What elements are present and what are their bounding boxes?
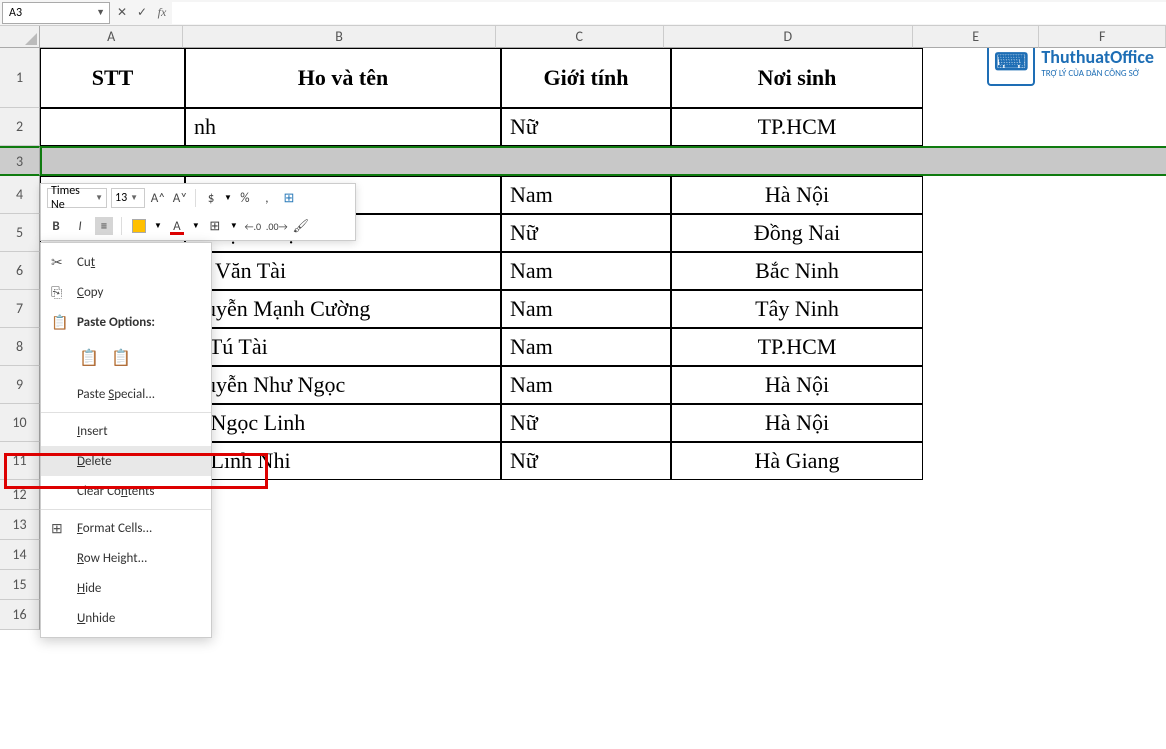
menu-clear-contents[interactable]: Clear Contents xyxy=(41,476,211,506)
align-icon[interactable]: ≡ xyxy=(95,217,113,235)
row-header-4[interactable]: 4 xyxy=(0,176,40,214)
cell-C2[interactable]: Nữ xyxy=(501,108,671,146)
increase-font-icon[interactable]: A˄ xyxy=(149,189,167,207)
cell-B8[interactable]: ê Tú Tài xyxy=(185,328,501,366)
fx-icon[interactable]: fx xyxy=(152,5,172,20)
cell-B1[interactable]: Ho và tên xyxy=(185,48,501,108)
cell-B11[interactable]: ũ Linh Nhi xyxy=(185,442,501,480)
row-header-8[interactable]: 8 xyxy=(0,328,40,366)
cell-reference: A3 xyxy=(9,6,22,20)
col-header-E[interactable]: E xyxy=(913,26,1040,48)
percent-icon[interactable]: % xyxy=(236,189,254,207)
cell-B7[interactable]: guyễn Mạnh Cường xyxy=(185,290,501,328)
cell-C8[interactable]: Nam xyxy=(501,328,671,366)
col-header-C[interactable]: C xyxy=(496,26,664,48)
col-header-B[interactable]: B xyxy=(183,26,495,48)
font-color-icon[interactable]: A xyxy=(168,217,186,235)
decrease-font-icon[interactable]: A˅ xyxy=(171,189,189,207)
menu-hide[interactable]: Hide xyxy=(41,573,211,603)
paste-values-icon[interactable]: 📋 xyxy=(109,346,133,370)
cancel-btn[interactable]: ✕ xyxy=(112,5,132,20)
row-header-3[interactable]: 3 xyxy=(0,146,40,176)
cell-D8[interactable]: TP.HCM xyxy=(671,328,923,366)
cell-C4[interactable]: Nam xyxy=(501,176,671,214)
clipboard-icon: 📋 xyxy=(51,314,68,331)
row-header-15[interactable]: 15 xyxy=(0,570,40,600)
row-header-13[interactable]: 13 xyxy=(0,510,40,540)
selected-row-highlight xyxy=(40,146,1166,176)
col-header-F[interactable]: F xyxy=(1039,26,1166,48)
cell-C5[interactable]: Nữ xyxy=(501,214,671,252)
border-icon[interactable]: ⊞ xyxy=(206,217,224,235)
format-painter-icon[interactable]: ⊞ xyxy=(280,189,298,207)
cell-D1[interactable]: Nơi sinh xyxy=(671,48,923,108)
cell-D7[interactable]: Tây Ninh xyxy=(671,290,923,328)
cell-D9[interactable]: Hà Nội xyxy=(671,366,923,404)
col-header-A[interactable]: A xyxy=(40,26,183,48)
row-header-2[interactable]: 2 xyxy=(0,108,40,146)
mini-toolbar: Times Ne▼ 13▼ A˄ A˅ $▼ % , ⊞ B I ≡ ▼ A▼ … xyxy=(40,183,356,241)
cell-A1[interactable]: STT xyxy=(40,48,185,108)
name-box[interactable]: A3 ▼ xyxy=(2,2,110,24)
menu-format-cells[interactable]: ⊞Format Cells... xyxy=(41,513,211,543)
increase-decimal-icon[interactable]: .00→ xyxy=(268,217,286,235)
menu-delete[interactable]: Delete xyxy=(41,446,211,476)
cell-D6[interactable]: Bắc Ninh xyxy=(671,252,923,290)
cell-D5[interactable]: Đồng Nai xyxy=(671,214,923,252)
row-header-11[interactable]: 11 xyxy=(0,442,40,480)
format-icon[interactable]: 🖌 xyxy=(292,217,310,235)
cell-C6[interactable]: Nam xyxy=(501,252,671,290)
menu-cut[interactable]: ✂Cut xyxy=(41,247,211,277)
copy-icon: ⎘ xyxy=(51,284,62,301)
cell-B10[interactable]: ỗ Ngọc Linh xyxy=(185,404,501,442)
row-header-1[interactable]: 1 xyxy=(0,48,40,108)
cell-A2[interactable] xyxy=(40,108,185,146)
menu-insert[interactable]: Insert xyxy=(41,416,211,446)
row-header-16[interactable]: 16 xyxy=(0,600,40,630)
scissors-icon: ✂ xyxy=(51,254,63,271)
italic-icon[interactable]: I xyxy=(71,217,89,235)
cell-C10[interactable]: Nữ xyxy=(501,404,671,442)
dropdown-icon: ▼ xyxy=(96,7,109,18)
cell-C7[interactable]: Nam xyxy=(501,290,671,328)
menu-copy[interactable]: ⎘Copy xyxy=(41,277,211,307)
menu-paste-options: 📋Paste Options: xyxy=(41,307,211,337)
cell-D11[interactable]: Hà Giang xyxy=(671,442,923,480)
accounting-format-icon[interactable]: $ xyxy=(202,189,220,207)
cell-B9[interactable]: guyễn Như Ngọc xyxy=(185,366,501,404)
cell-D4[interactable]: Hà Nội xyxy=(671,176,923,214)
fill-color-icon[interactable] xyxy=(130,217,148,235)
row-header-6[interactable]: 6 xyxy=(0,252,40,290)
cell-D10[interactable]: Hà Nội xyxy=(671,404,923,442)
row-header-7[interactable]: 7 xyxy=(0,290,40,328)
menu-paste-special[interactable]: Paste Special... xyxy=(41,379,211,409)
font-name-input[interactable]: Times Ne▼ xyxy=(47,188,107,208)
cell-B2[interactable]: nh xyxy=(185,108,501,146)
enter-btn[interactable]: ✓ xyxy=(132,5,152,20)
font-size-input[interactable]: 13▼ xyxy=(111,188,145,208)
paste-default-icon[interactable]: 📋 xyxy=(77,346,101,370)
comma-icon[interactable]: , xyxy=(258,189,276,207)
select-all-triangle[interactable] xyxy=(0,26,40,48)
menu-unhide[interactable]: Unhide xyxy=(41,603,211,633)
row-header-9[interactable]: 9 xyxy=(0,366,40,404)
format-cells-icon: ⊞ xyxy=(51,520,63,537)
row-header-10[interactable]: 10 xyxy=(0,404,40,442)
row-header-5[interactable]: 5 xyxy=(0,214,40,252)
context-menu: ✂Cut ⎘Copy 📋Paste Options: 📋 📋 Paste Spe… xyxy=(40,242,212,638)
bold-icon[interactable]: B xyxy=(47,217,65,235)
col-header-D[interactable]: D xyxy=(664,26,913,48)
cell-C9[interactable]: Nam xyxy=(501,366,671,404)
paste-options-row: 📋 📋 xyxy=(41,337,211,379)
cell-B6[interactable]: ai Văn Tài xyxy=(185,252,501,290)
cell-C11[interactable]: Nữ xyxy=(501,442,671,480)
row-header-14[interactable]: 14 xyxy=(0,540,40,570)
menu-row-height[interactable]: Row Height... xyxy=(41,543,211,573)
row-header-12[interactable]: 12 xyxy=(0,480,40,510)
cell-C1[interactable]: Giới tính xyxy=(501,48,671,108)
formula-input[interactable] xyxy=(172,2,1166,24)
cell-D2[interactable]: TP.HCM xyxy=(671,108,923,146)
decrease-decimal-icon[interactable]: ←.0 xyxy=(244,217,262,235)
